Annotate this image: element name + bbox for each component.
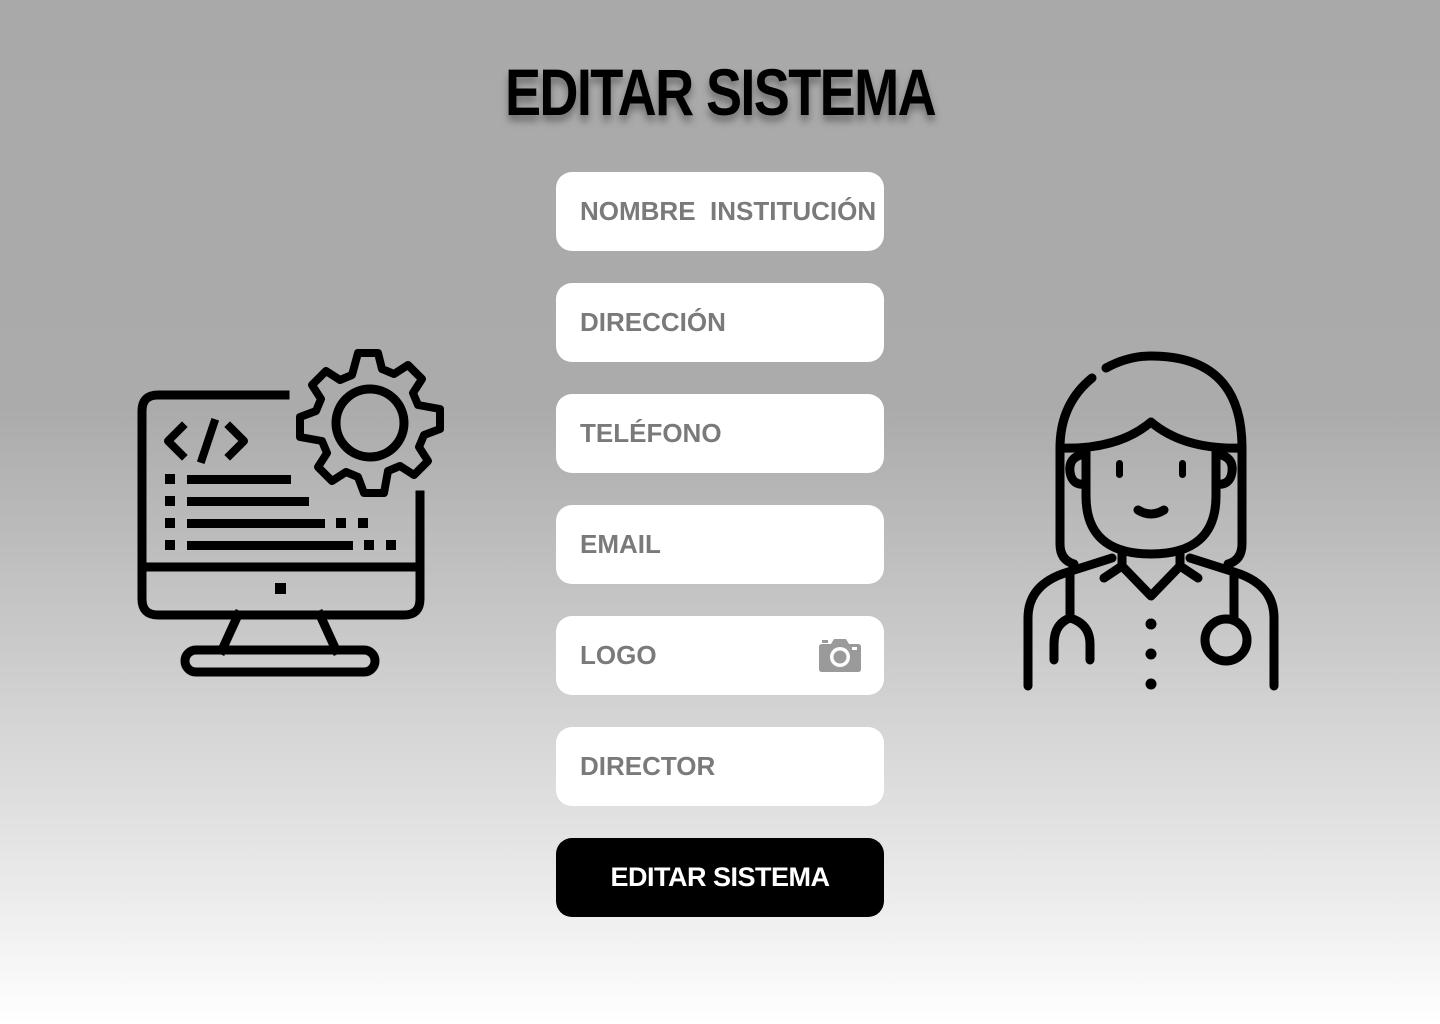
email-field-wrapper	[556, 505, 884, 584]
institution-name-input[interactable]	[556, 172, 884, 251]
address-field-wrapper	[556, 283, 884, 362]
edit-system-button[interactable]: EDITAR SISTEMA	[556, 838, 884, 917]
logo-field-wrapper	[556, 616, 884, 695]
email-input[interactable]	[556, 505, 884, 584]
page-title: EDITAR SISTEMA	[504, 55, 937, 129]
doctor-icon	[1023, 351, 1279, 691]
system-edit-form: EDITAR SISTEMA	[556, 172, 884, 917]
institution-name-field-wrapper	[556, 172, 884, 251]
phone-input[interactable]	[556, 394, 884, 473]
computer-settings-icon	[137, 349, 444, 677]
address-input[interactable]	[556, 283, 884, 362]
camera-icon[interactable]	[818, 637, 862, 673]
director-input[interactable]	[556, 727, 884, 806]
director-field-wrapper	[556, 727, 884, 806]
phone-field-wrapper	[556, 394, 884, 473]
